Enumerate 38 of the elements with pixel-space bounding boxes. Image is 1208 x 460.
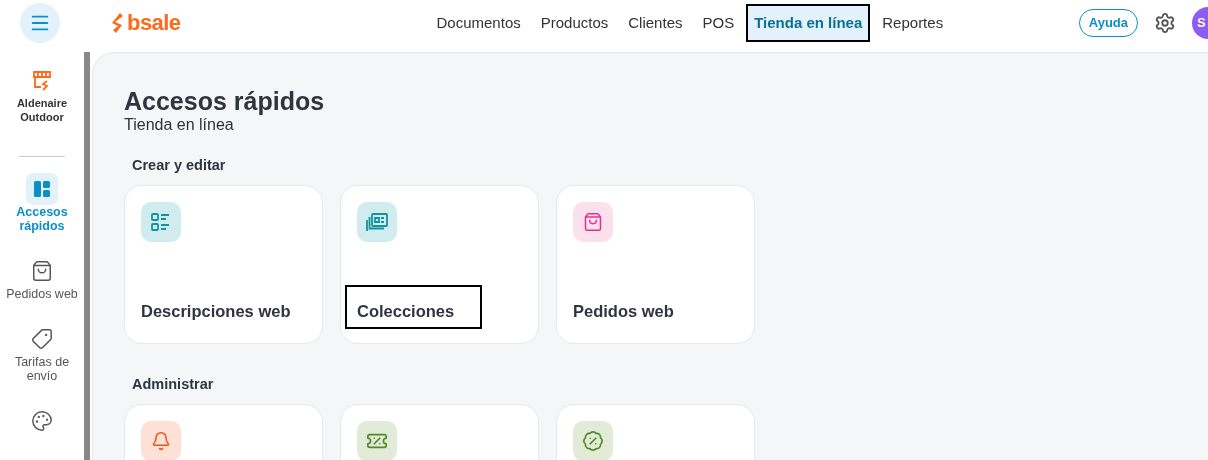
section-title: Administrar [132,374,215,394]
sidebar-item[interactable]: Accesos rápidos [2,173,82,233]
nav-link[interactable]: Reportes [874,3,952,43]
card-title: Descripciones web [140,301,292,322]
sidebar-item[interactable]: Tarifas de envío [2,323,82,383]
page-title: Accesos rápidos [124,86,326,116]
user-avatar[interactable]: S [1192,7,1208,39]
shortcut-card[interactable]: Colecciones [340,184,539,344]
nav-link[interactable]: POS [694,3,743,43]
shortcut-card[interactable]: Descripciones web [124,184,323,344]
brand-name: bsale [127,12,181,34]
dashboard-icon [33,180,51,198]
nav-link[interactable]: Documentos [428,3,529,43]
tag-icon [31,328,53,350]
sidebar-item[interactable]: Pedidos web [2,255,82,301]
shortcut-card[interactable]: Pedidos web [556,184,755,344]
bag-icon [31,260,53,282]
palette-icon [31,410,53,432]
sidebar-label: Pedidos web [5,287,79,301]
section-title: Crear y editar [132,156,227,175]
store-icon [32,70,52,92]
nav-link[interactable]: Clientes [620,3,691,43]
bag-icon [583,211,603,232]
sidebar-label: Accesos rápidos [15,205,69,233]
card-title: Pedidos web [572,301,675,322]
list-icon [151,212,171,231]
store-name: Aldenaire Outdoor [15,96,69,124]
percent-badge-icon [582,429,604,452]
sidebar-label: Tarifas de envío [13,355,71,383]
menu-button[interactable] [20,3,60,43]
nav-link[interactable]: Tienda en línea [746,3,871,43]
nav-link[interactable]: Productos [532,3,617,43]
page-subtitle: Tienda en línea [124,116,235,134]
card-title: Colecciones [345,285,483,329]
settings-icon[interactable] [1154,12,1176,34]
bell-icon [151,430,171,451]
logo-icon [112,13,124,33]
stacked-cards-icon [366,212,388,231]
